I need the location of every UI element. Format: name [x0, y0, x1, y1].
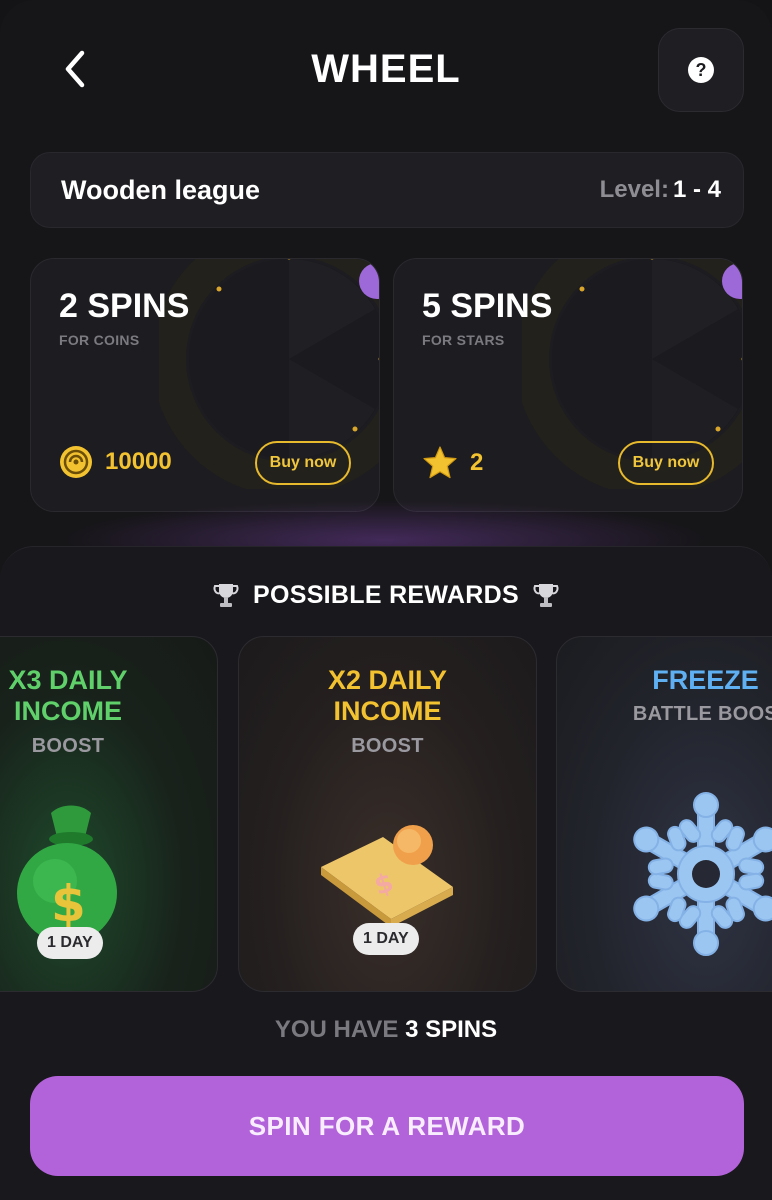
reward-subtitle: BOOST: [31, 735, 105, 757]
coin-icon: [60, 446, 92, 478]
offer-card-stars: 5 SPINS FOR STARS 2 Buy now: [393, 258, 743, 512]
league-name: Wooden league: [61, 174, 261, 205]
buy-now-button[interactable]: Buy now: [618, 441, 714, 485]
reward-title: X3 DAILY INCOME: [8, 665, 128, 726]
offer-title: 5 SPINS: [422, 287, 553, 325]
offer-title: 2 SPINS: [59, 287, 190, 325]
trophy-icon: [533, 584, 559, 607]
reward-title: FREEZE: [652, 665, 759, 695]
spin-for-reward-button[interactable]: SPIN FOR A REWARD: [30, 1076, 744, 1176]
cash-coin-icon: $: [321, 825, 453, 927]
snowflake-icon: [621, 792, 772, 956]
offer-price: 2: [422, 445, 483, 481]
reward-title: X2 DAILY INCOME: [327, 665, 448, 726]
reward-card-freeze[interactable]: FREEZE BATTLE BOOS: [556, 636, 772, 992]
offer-subtitle: FOR COINS: [59, 332, 140, 348]
duration-badge: 1 DAY: [353, 923, 419, 955]
offer-card-coins: 2 SPINS FOR COINS 10000 Buy now: [30, 258, 380, 512]
level-label: Level:: [599, 176, 669, 203]
offer-price: 10000: [59, 445, 172, 479]
league-bar: Wooden league Level: 1 - 4: [30, 152, 744, 228]
offer-price-value: 10000: [105, 448, 172, 475]
duration-badge: 1 DAY: [37, 927, 103, 959]
rewards-heading: POSSIBLE REWARDS: [0, 575, 772, 615]
question-icon: ?: [688, 57, 714, 83]
trophy-icon: [213, 584, 239, 607]
wheel-screen: WHEEL ? Wooden league Level: 1 - 4 2 SPIN…: [0, 0, 772, 1200]
offer-price-value: 2: [470, 449, 484, 476]
spins-remaining: YOU HAVE 3 SPINS: [274, 1016, 498, 1043]
buy-now-button[interactable]: Buy now: [255, 441, 351, 485]
level-value: 1 - 4: [672, 176, 721, 203]
svg-text:$: $: [51, 875, 86, 933]
reward-card-x2-income[interactable]: X2 DAILY INCOME BOOST $ 1 DAY: [238, 636, 537, 992]
money-bag-icon: $: [17, 805, 117, 943]
reward-card-x3-income[interactable]: X3 DAILY INCOME BOOST $ 1 DAY: [0, 636, 218, 992]
page-title: WHEEL: [311, 47, 461, 91]
rewards-heading-text: POSSIBLE REWARDS: [253, 580, 519, 609]
league-level: Level: 1 - 4: [600, 176, 721, 204]
reward-subtitle: BATTLE BOOS: [632, 703, 772, 725]
reward-subtitle: BOOST: [351, 735, 424, 757]
help-button[interactable]: ?: [658, 28, 744, 112]
star-icon: [423, 446, 457, 479]
offer-subtitle: FOR STARS: [422, 332, 505, 348]
